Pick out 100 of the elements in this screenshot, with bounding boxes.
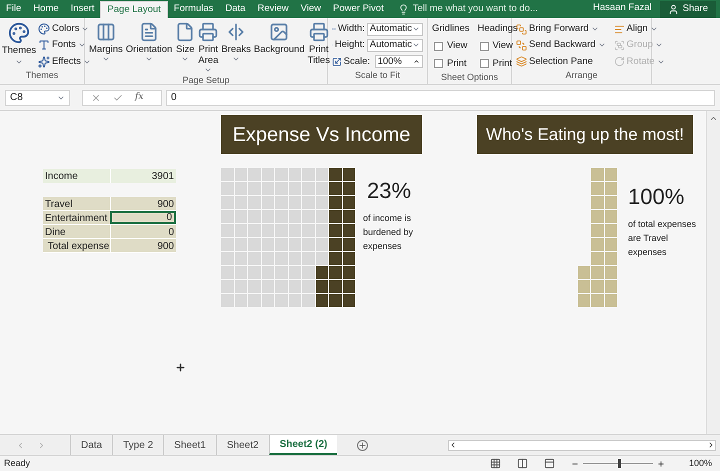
waffle-cell	[248, 182, 260, 195]
waffle-cell	[604, 210, 617, 223]
waffle-cell	[234, 196, 247, 209]
checkbox[interactable]	[434, 59, 443, 68]
arrange-icon	[614, 40, 625, 51]
waffle-cell	[604, 182, 617, 195]
table-cell[interactable]: 0	[110, 211, 176, 224]
zoom-in-icon[interactable]	[656, 460, 665, 468]
waffle-cell	[221, 168, 234, 181]
waffle-cell	[342, 210, 355, 223]
waffle-cell	[302, 252, 314, 265]
dropdown-field[interactable]: Automatic	[366, 22, 423, 36]
formula-field[interactable]: 0	[166, 90, 715, 106]
ribbon-tab[interactable]: Home	[27, 1, 65, 18]
caret-icon	[102, 55, 110, 63]
page-setup-button[interactable]: Print Titles	[308, 22, 330, 74]
arrange-icon	[516, 56, 527, 68]
waffle-cell	[604, 266, 617, 279]
cancel-icon[interactable]	[91, 92, 101, 102]
waffle-cell	[275, 168, 288, 181]
page-setup-button[interactable]: Size	[175, 22, 196, 74]
page-setup-button[interactable]: Margins	[89, 22, 123, 74]
waffle-cell	[275, 238, 288, 251]
normal-view-icon[interactable]	[490, 458, 501, 469]
waffle-cell	[288, 238, 301, 251]
name-box[interactable]: C8	[5, 90, 70, 106]
waffle-cell	[578, 266, 590, 279]
ribbon-tab[interactable]: Page Layout	[100, 1, 168, 18]
waffle-cell	[302, 196, 314, 209]
zoom-slider-thumb[interactable]	[618, 459, 621, 468]
page-setup-button[interactable]: Print Area	[198, 22, 218, 74]
arrange-button[interactable]: Selection Pane	[516, 54, 606, 69]
waffle-cell	[248, 294, 260, 307]
ribbon-tab[interactable]: File	[0, 1, 28, 18]
caret-icon	[204, 66, 212, 74]
waffle-cell	[329, 210, 342, 223]
waffle-cell	[288, 196, 301, 209]
checkbox[interactable]	[434, 42, 443, 51]
theme-option[interactable]: Colors	[38, 22, 91, 36]
waffle-cell	[591, 266, 604, 279]
waffle-cell	[342, 252, 355, 265]
ribbon-tab[interactable]: Formulas	[168, 1, 220, 18]
tell-me-field[interactable]: Tell me what you want to do...	[398, 1, 538, 18]
waffle-cell	[288, 210, 301, 223]
scroll-up-icon[interactable]	[709, 114, 718, 123]
checkbox[interactable]	[480, 59, 488, 68]
waffle-cell	[234, 168, 247, 181]
waffle-cell	[275, 280, 288, 293]
page-setup-button[interactable]: Background	[254, 22, 305, 74]
ribbon-tab[interactable]: Power Pivot	[327, 1, 390, 18]
arrange-button[interactable]: Bring Forward	[516, 22, 606, 36]
waffle-cell	[262, 168, 274, 181]
waffle-cell	[316, 182, 328, 195]
themes-button[interactable]: Themes	[4, 22, 34, 69]
waffle-cell	[248, 224, 260, 237]
waffle-cell	[591, 210, 604, 223]
table-cell[interactable]: 900	[110, 239, 176, 252]
table-cell[interactable]: 0	[110, 225, 176, 238]
theme-option[interactable]: Fonts	[38, 38, 91, 52]
waffle-cell	[302, 168, 314, 181]
scroll-left-icon[interactable]	[449, 441, 457, 449]
waffle-cell	[302, 210, 314, 223]
theme-option[interactable]: Effects	[38, 54, 91, 69]
checkbox-label: View	[447, 39, 468, 54]
dropdown-field[interactable]: Automatic	[366, 38, 423, 52]
page-layout-icon[interactable]	[516, 458, 528, 469]
waffle-cell	[329, 266, 342, 279]
sheet-tab[interactable]: Sheet2 (2)	[268, 435, 338, 455]
add-sheet-icon[interactable]	[357, 440, 368, 450]
waffle-cell	[591, 196, 604, 209]
waffle-cell	[591, 224, 604, 237]
scroll-right-icon[interactable]	[707, 441, 715, 449]
ribbon-tab[interactable]: Insert	[64, 1, 100, 18]
vertical-scrollbar[interactable]	[706, 111, 720, 434]
table-cell[interactable]: 900	[110, 197, 176, 210]
waffle-cell	[234, 210, 247, 223]
waffle-cell	[342, 182, 355, 195]
waffle-cell	[288, 252, 301, 265]
waffle-cell	[248, 168, 260, 181]
checkbox[interactable]	[480, 42, 488, 51]
waffle-cell	[262, 210, 274, 223]
ribbon-tab[interactable]: Review	[251, 1, 295, 18]
enter-icon[interactable]	[113, 92, 123, 102]
arrange-button[interactable]: Align	[614, 22, 665, 36]
spin-field[interactable]: 100%	[374, 55, 423, 68]
page-setup-button[interactable]: Breaks	[221, 22, 251, 74]
page-setup-button[interactable]: Orientation	[126, 22, 172, 74]
waffle-cell	[221, 182, 234, 195]
ribbon-tab[interactable]: Data	[219, 1, 252, 18]
table-cell-text: Total expense	[46, 240, 110, 252]
horizontal-scrollbar[interactable]	[448, 440, 716, 450]
waffle-cell	[234, 182, 247, 195]
share-button[interactable]: Share	[660, 1, 716, 18]
waffle-cell	[275, 252, 288, 265]
function-button[interactable]: fx	[135, 90, 144, 104]
arrange-button[interactable]: Send Backward	[516, 38, 606, 52]
ribbon-tab[interactable]: View	[294, 1, 328, 18]
zoom-level: 100%	[688, 456, 712, 470]
page-break-icon[interactable]	[544, 458, 555, 469]
checkbox-label: Print	[492, 56, 512, 70]
